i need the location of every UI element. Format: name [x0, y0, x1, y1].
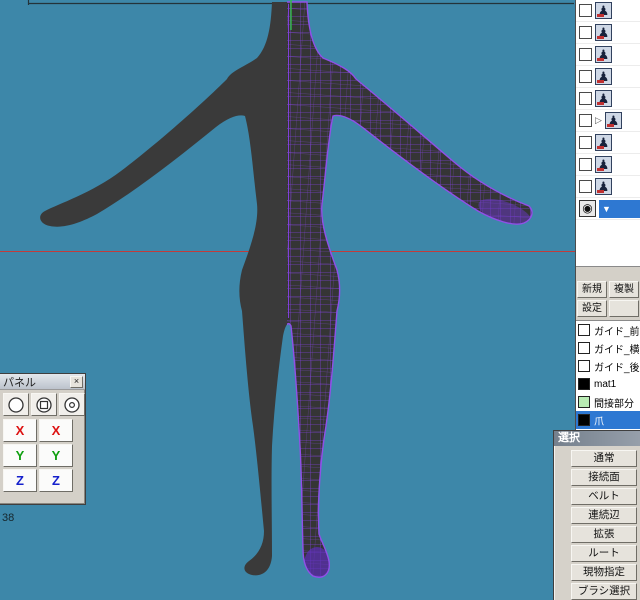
material-row[interactable]: ガイド_後: [576, 357, 640, 375]
object-list: ♟ ♟ ♟ ♟ ♟ ▷ ♟ ♟ ♟ ♟ ◉ ▼: [576, 0, 640, 267]
selection-panel: 選択 通常 接続面 ベルト 連続辺 拡張 ルート 現物指定 ブラシ選択: [553, 430, 640, 600]
axis-z-button-1[interactable]: Z: [3, 469, 37, 492]
material-new-button[interactable]: 新規: [577, 281, 607, 298]
material-name: ガイド_前: [594, 326, 640, 338]
selection-mode-belt[interactable]: ベルト: [571, 488, 637, 505]
object-icon: ♟: [595, 2, 612, 19]
object-row[interactable]: ♟: [576, 0, 640, 22]
selection-mode-normal[interactable]: 通常: [571, 450, 637, 467]
axis-y-button-1[interactable]: Y: [3, 444, 37, 467]
material-swatch: [578, 324, 590, 336]
visibility-checkbox[interactable]: [579, 70, 592, 83]
material-row[interactable]: mat1: [576, 375, 640, 393]
rotate-free-button[interactable]: [3, 393, 29, 416]
control-panel: パネル × X X Y Y Z Z: [0, 373, 86, 505]
object-row[interactable]: ♟: [576, 154, 640, 176]
object-row-selected[interactable]: ◉ ▼: [576, 198, 640, 220]
visibility-checkbox[interactable]: [579, 4, 592, 17]
selection-mode-connected-face[interactable]: 接続面: [571, 469, 637, 486]
eye-icon[interactable]: ◉: [579, 200, 596, 217]
rotate-center-button[interactable]: [59, 393, 85, 416]
ring-icon: [8, 396, 24, 413]
expander-icon[interactable]: ▷: [595, 116, 602, 125]
visibility-checkbox[interactable]: [579, 92, 592, 105]
material-name: ガイド_横: [594, 344, 640, 356]
selection-mode-brush[interactable]: ブラシ選択: [571, 583, 637, 600]
material-name: ガイド_後: [594, 362, 640, 374]
material-swatch: [578, 396, 590, 408]
axis-x-button-2[interactable]: X: [39, 419, 73, 442]
material-name: 間接部分: [594, 398, 634, 410]
selection-panel-title[interactable]: 選択: [554, 431, 640, 446]
axis-x-button-1[interactable]: X: [3, 419, 37, 442]
control-panel-title-text: パネル: [3, 376, 36, 389]
app-window: 38 ♟ ♟ ♟ ♟ ♟ ▷ ♟ ♟ ♟ ♟ ◉ ▼ 新規 複製 設定 ガイド_…: [0, 0, 640, 600]
object-icon: ♟: [595, 90, 612, 107]
axis-z-button-2[interactable]: Z: [39, 469, 73, 492]
object-row[interactable]: ▷ ♟: [576, 110, 640, 132]
material-row[interactable]: 間接部分: [576, 393, 640, 411]
visibility-checkbox[interactable]: [579, 48, 592, 61]
visibility-checkbox[interactable]: [579, 158, 592, 171]
material-extra-button[interactable]: [609, 300, 639, 317]
selection-mode-continuous-edge[interactable]: 連続辺: [571, 507, 637, 524]
material-swatch: [578, 414, 590, 426]
material-duplicate-button[interactable]: 複製: [609, 281, 639, 298]
object-icon: ♟: [604, 112, 622, 129]
object-icon: ♟: [595, 46, 612, 63]
material-row-selected[interactable]: 爪: [576, 411, 640, 429]
ring-square-icon: [36, 396, 52, 413]
object-icon: ♟: [595, 24, 612, 41]
material-name: mat1: [594, 378, 617, 390]
selection-mode-route[interactable]: ルート: [571, 545, 637, 562]
object-row[interactable]: ♟: [576, 88, 640, 110]
rotate-axis-button[interactable]: [31, 393, 57, 416]
object-row[interactable]: ♟: [576, 44, 640, 66]
axis-y-button-2[interactable]: Y: [39, 444, 73, 467]
material-row[interactable]: ガイド_前: [576, 321, 640, 339]
object-icon: ♟: [595, 178, 612, 195]
material-swatch: [578, 342, 590, 354]
visibility-checkbox[interactable]: [579, 180, 592, 193]
visibility-checkbox[interactable]: [579, 26, 592, 39]
visibility-checkbox[interactable]: [579, 136, 592, 149]
object-icon: ♟: [595, 68, 612, 85]
selection-mode-expand[interactable]: 拡張: [571, 526, 637, 543]
coord-readout: 38: [2, 512, 15, 524]
control-panel-titlebar[interactable]: パネル ×: [0, 374, 85, 390]
visibility-checkbox[interactable]: [579, 114, 592, 127]
material-swatch: [578, 378, 590, 390]
model-wireframe: [287, 1, 533, 578]
selection-mode-pick-actual[interactable]: 現物指定: [571, 564, 637, 581]
model-body[interactable]: [40, 2, 532, 578]
object-row[interactable]: ♟: [576, 132, 640, 154]
ring-dot-icon: [64, 396, 80, 413]
material-settings-button[interactable]: 設定: [577, 300, 607, 317]
caret-down-icon: ▼: [602, 203, 611, 214]
viewport-3d[interactable]: [0, 0, 640, 600]
object-row[interactable]: ♟: [576, 176, 640, 198]
material-swatch: [578, 360, 590, 372]
close-icon[interactable]: ×: [70, 375, 83, 388]
object-row[interactable]: ♟: [576, 66, 640, 88]
material-row[interactable]: ガイド_横: [576, 339, 640, 357]
object-icon: ♟: [595, 134, 612, 151]
object-row[interactable]: ♟: [576, 22, 640, 44]
object-icon: ♟: [595, 156, 612, 173]
selected-object-field[interactable]: ▼: [599, 199, 640, 218]
material-name: 爪: [594, 416, 604, 428]
